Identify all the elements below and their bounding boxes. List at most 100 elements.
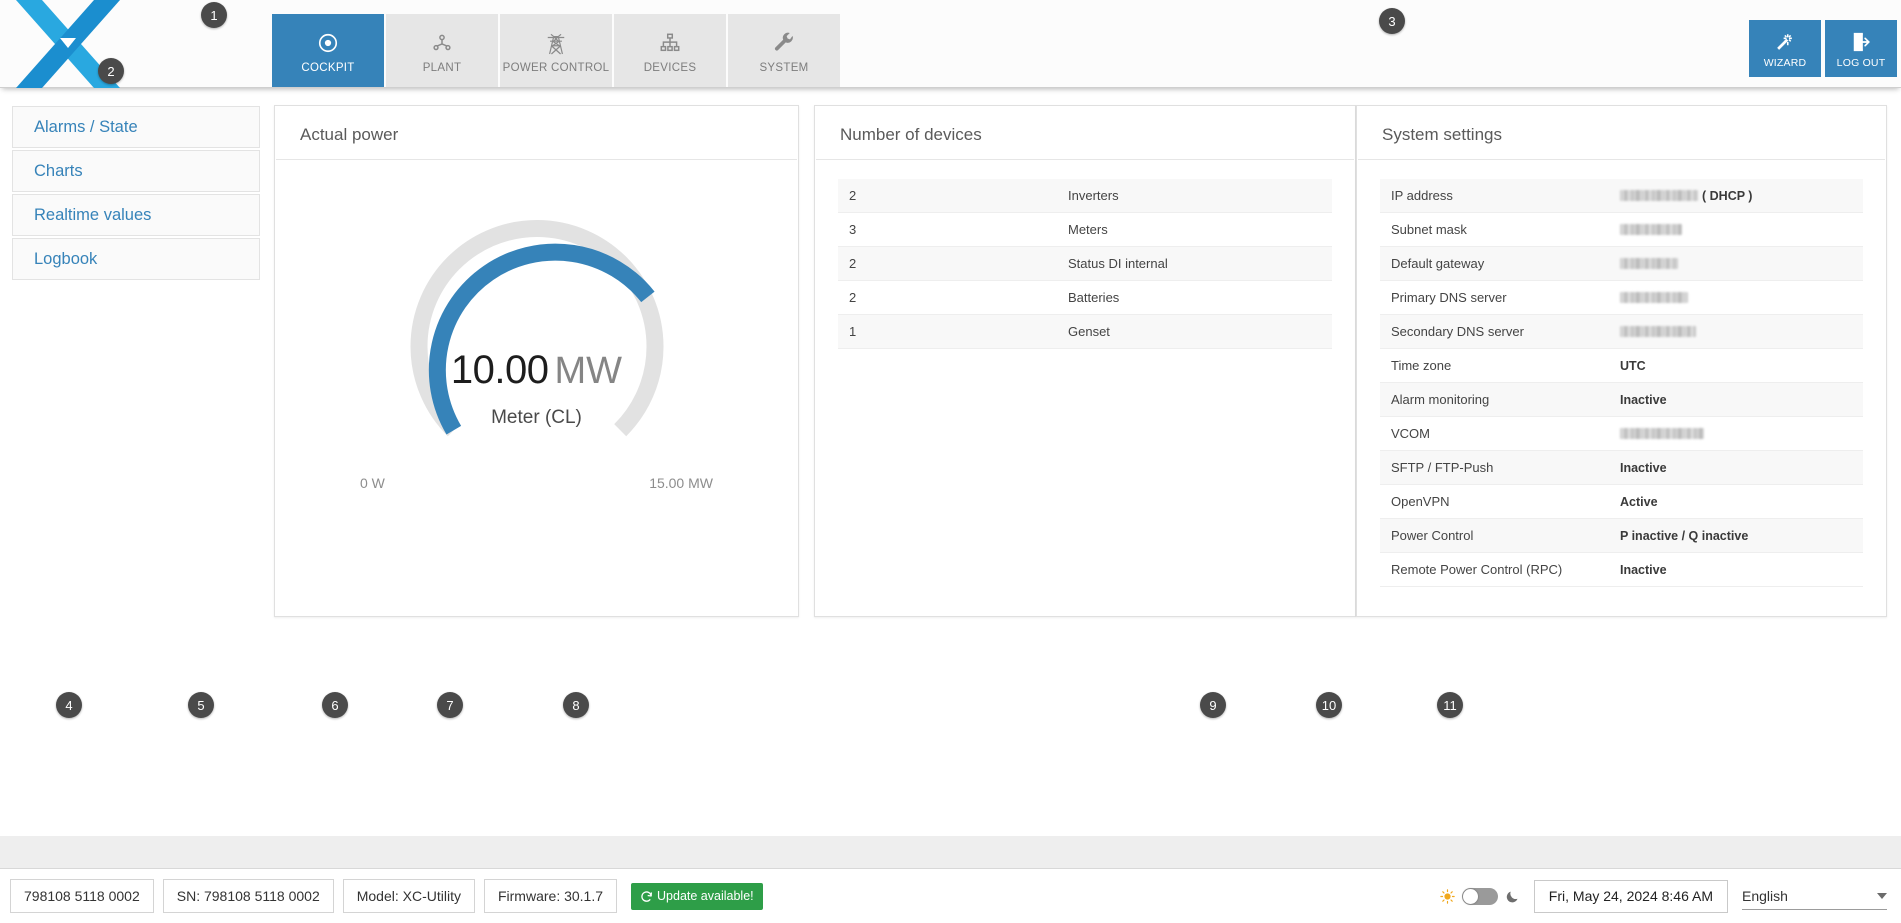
callout-badge-4: 4: [56, 692, 82, 718]
device-type-label: Inverters: [1068, 188, 1119, 203]
sidebar-item-label: Charts: [34, 161, 83, 180]
table-row: 1 Genset: [838, 315, 1332, 349]
redacted-value: [1620, 189, 1698, 201]
callout-badge-8: 8: [563, 692, 589, 718]
tab-plant[interactable]: PLANT: [386, 14, 498, 87]
table-row: Alarm monitoring Inactive: [1380, 383, 1863, 417]
callout-badge-11: 11: [1437, 692, 1463, 718]
system-settings-table: IP address ( DHCP ) Subnet mask Default gat…: [1380, 179, 1863, 587]
device-count: 2: [849, 290, 857, 305]
callout-badge-10: 10: [1316, 692, 1342, 718]
firmware-chip[interactable]: Firmware: 30.1.7: [483, 879, 618, 913]
redacted-value: [1620, 223, 1682, 235]
tab-devices[interactable]: DEVICES: [614, 14, 726, 87]
plant-network-icon: [431, 28, 453, 58]
logout-button[interactable]: LOG OUT: [1825, 20, 1897, 77]
table-row: OpenVPN Active: [1380, 485, 1863, 519]
setting-value: Inactive: [1620, 562, 1667, 577]
device-id-chip[interactable]: 798108 5118 0002: [10, 879, 154, 913]
panel-title-actual-power: Actual power: [276, 106, 797, 160]
callout-badge-7: 7: [437, 692, 463, 718]
wizard-button[interactable]: WIZARD: [1749, 20, 1821, 77]
datetime-field[interactable]: Fri, May 24, 2024 8:46 AM: [1533, 879, 1728, 913]
gauge-scale-labels: 0 W 15.00 MW: [275, 475, 798, 491]
setting-label: Primary DNS server: [1391, 290, 1507, 305]
magic-wand-icon: [1774, 29, 1796, 55]
redacted-value: [1620, 325, 1696, 337]
sidebar-item-realtime-values[interactable]: Realtime values: [12, 194, 260, 236]
device-count: 2: [849, 256, 857, 271]
redacted-value: [1620, 427, 1704, 439]
setting-value: ( DHCP ): [1620, 189, 1863, 203]
setting-label: Time zone: [1391, 358, 1452, 373]
setting-value: [1620, 257, 1863, 271]
callout-badge-5: 5: [188, 692, 214, 718]
gauge-max-label: 15.00 MW: [649, 475, 713, 491]
table-row: SFTP / FTP-Push Inactive: [1380, 451, 1863, 485]
device-count: 3: [849, 222, 857, 237]
setting-value: Active: [1620, 494, 1658, 509]
theme-toggle-switch[interactable]: [1461, 887, 1498, 905]
tab-power-control[interactable]: POWER CONTROL: [500, 14, 612, 87]
table-row: Secondary DNS server: [1380, 315, 1863, 349]
cockpit-target-icon: [317, 28, 339, 58]
actual-power-panel: Actual power 10.00 MW Meter (CL) 0 W 15.0…: [274, 105, 799, 617]
gauge-arc-svg: [410, 220, 663, 437]
sidebar-item-logbook[interactable]: Logbook: [12, 238, 260, 280]
device-type-label: Meters: [1068, 222, 1108, 237]
setting-label: OpenVPN: [1391, 494, 1450, 509]
gauge-source-label: Meter (CL): [491, 407, 582, 428]
table-row: 2 Status DI internal: [838, 247, 1332, 281]
logout-label: LOG OUT: [1836, 56, 1886, 69]
main-navigation-tabs: COCKPIT PLANT POWER CONTROL DEVICES SYST…: [272, 14, 842, 87]
setting-label: Power Control: [1391, 528, 1474, 543]
table-row: IP address ( DHCP ): [1380, 179, 1863, 213]
device-type-label: Batteries: [1068, 290, 1120, 305]
table-row: VCOM: [1380, 417, 1863, 451]
sidebar-item-alarms-state[interactable]: Alarms / State: [12, 106, 260, 148]
setting-label: Default gateway: [1391, 256, 1485, 271]
tab-label: SYSTEM: [759, 61, 809, 74]
language-select-value: English: [1742, 887, 1788, 904]
table-row: Power Control P inactive / Q inactive: [1380, 519, 1863, 553]
sidebar-item-charts[interactable]: Charts: [12, 150, 260, 192]
moon-icon: [1505, 889, 1520, 904]
setting-label: VCOM: [1391, 426, 1430, 441]
sun-icon: [1440, 888, 1455, 904]
setting-value: UTC: [1620, 358, 1646, 373]
application-window: COCKPIT PLANT POWER CONTROL DEVICES SYST…: [0, 0, 1901, 923]
setting-label: Subnet mask: [1391, 222, 1467, 237]
status-bar-right: Fri, May 24, 2024 8:46 AM English: [1440, 879, 1901, 913]
callout-badge-9: 9: [1200, 692, 1226, 718]
callout-badge-2: 2: [98, 58, 124, 84]
setting-label: Alarm monitoring: [1391, 392, 1490, 407]
app-header: COCKPIT PLANT POWER CONTROL DEVICES SYST…: [0, 0, 1901, 88]
gauge-readout: 10.00 MW Meter (CL): [275, 348, 798, 429]
setting-label: Secondary DNS server: [1391, 324, 1524, 339]
tab-cockpit[interactable]: COCKPIT: [272, 14, 384, 87]
devices-tree-icon: [659, 28, 681, 58]
panel-title-devices: Number of devices: [816, 106, 1354, 160]
sidebar-item-label: Alarms / State: [34, 117, 138, 136]
sidebar-item-label: Realtime values: [34, 205, 152, 224]
device-count: 2: [849, 188, 857, 203]
serial-number-chip[interactable]: SN: 798108 5118 0002: [162, 879, 334, 913]
table-row: Subnet mask: [1380, 213, 1863, 247]
callout-badge-3: 3: [1379, 8, 1405, 34]
power-pylon-icon: [545, 28, 567, 58]
tab-label: COCKPIT: [301, 61, 355, 74]
update-available-label: Update available!: [657, 889, 754, 903]
update-available-button[interactable]: Update available!: [631, 882, 763, 910]
device-type-label: Genset: [1068, 324, 1110, 339]
footer-gray-strip: [0, 836, 1901, 868]
table-row: Remote Power Control (RPC) Inactive: [1380, 553, 1863, 587]
tab-system[interactable]: SYSTEM: [728, 14, 840, 87]
table-row: Time zone UTC: [1380, 349, 1863, 383]
actual-power-gauge: 10.00 MW Meter (CL) 0 W 15.00 MW: [275, 160, 798, 560]
status-bar-left: 798108 5118 0002 SN: 798108 5118 0002 Mo…: [0, 879, 763, 913]
setting-value: [1620, 325, 1863, 339]
wrench-icon: [773, 28, 795, 58]
model-chip[interactable]: Model: XC-Utility: [342, 879, 475, 913]
tab-label: POWER CONTROL: [502, 61, 610, 74]
language-select[interactable]: English: [1742, 883, 1887, 910]
